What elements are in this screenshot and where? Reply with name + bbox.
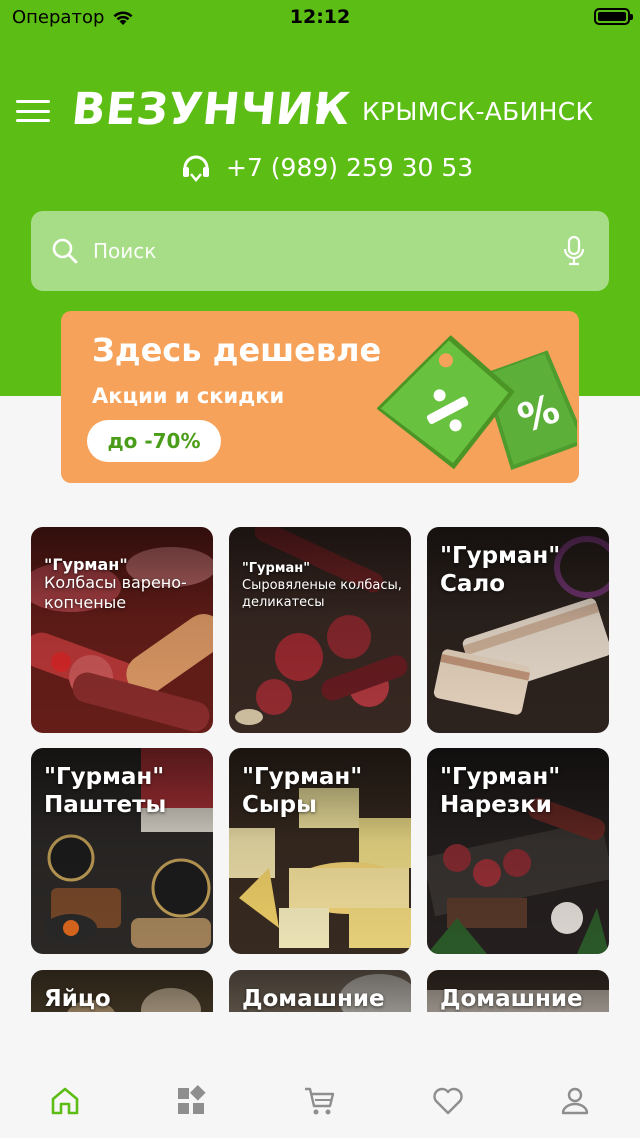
category-label-name: Домашние (440, 986, 583, 1012)
home-icon[interactable] (48, 1084, 82, 1118)
discount-tags-icon: % (377, 335, 577, 470)
category-label-brand: "Гурман" (440, 764, 561, 790)
category-card[interactable]: Домашние (427, 970, 609, 1012)
phone-number: +7 (989) 259 30 53 (226, 152, 474, 182)
category-card[interactable]: "Гурман" Сыровяленые колбасы, деликатесы (229, 527, 411, 733)
support-headset-icon (183, 155, 209, 182)
category-card[interactable]: Яйцо (31, 970, 213, 1012)
category-label-name: Сыры (242, 792, 317, 818)
category-label-brand: "Гурман" (242, 764, 363, 790)
category-card[interactable]: "Гурман" Сыры (229, 748, 411, 954)
category-card[interactable]: "Гурман" Сало (427, 527, 609, 733)
brand-logo: ВЕЗУНЧИК (69, 84, 353, 135)
bottom-tab-bar (0, 1060, 640, 1138)
category-card[interactable]: "Гурман" Колбасы варено-копченые (31, 527, 213, 733)
category-label-brand: "Гурман" (44, 555, 128, 574)
category-label-brand: "Гурман" (440, 543, 561, 569)
category-label-name: Сало (440, 571, 506, 597)
category-card[interactable]: Домашние (229, 970, 411, 1012)
promo-banner[interactable]: Здесь дешевле Акции и скидки до -70% % (61, 311, 579, 483)
cart-icon[interactable] (303, 1084, 337, 1118)
category-card[interactable]: "Гурман" Нарезки (427, 748, 609, 954)
category-label-brand: "Гурман" (44, 764, 165, 790)
category-label-name: Колбасы варено-копченые (44, 573, 187, 612)
catalog-icon[interactable] (174, 1084, 208, 1118)
category-grid: "Гурман" Колбасы варено-копченые "Гурман… (31, 527, 609, 1012)
profile-icon[interactable] (558, 1084, 592, 1118)
category-card[interactable]: "Гурман" Паштеты (31, 748, 213, 954)
search-bar[interactable] (31, 211, 609, 291)
promo-title: Здесь дешевле (92, 331, 382, 369)
category-label-brand: "Гурман" (242, 561, 310, 576)
category-label-name: Домашние (242, 986, 385, 1012)
microphone-icon[interactable] (563, 235, 585, 267)
clock: 12:12 (289, 6, 351, 28)
promo-discount-badge: до -70% (87, 420, 221, 462)
search-icon (52, 238, 78, 264)
region-selector[interactable]: КРЫМСК-АБИНСК (362, 97, 594, 126)
status-bar: Оператор 12:12 (0, 0, 640, 34)
menu-button[interactable] (16, 100, 50, 122)
menu-bar (16, 100, 50, 103)
phone-link[interactable]: +7 (989) 259 30 53 (180, 152, 473, 182)
category-label-name: Сыровяленые колбасы, деликатесы (242, 578, 402, 610)
category-label-name: Яйцо (44, 986, 111, 1012)
search-input[interactable] (93, 231, 553, 271)
menu-bar (16, 119, 50, 122)
promo-subtitle: Акции и скидки (92, 384, 285, 408)
category-label-name: Паштеты (44, 792, 167, 818)
image-overlay (229, 527, 411, 733)
category-label-name: Нарезки (440, 792, 552, 818)
region-dropdown-icon[interactable]: ▼ (316, 99, 333, 124)
battery-icon (594, 8, 633, 25)
favorites-icon[interactable] (431, 1084, 465, 1118)
menu-bar (16, 109, 50, 113)
